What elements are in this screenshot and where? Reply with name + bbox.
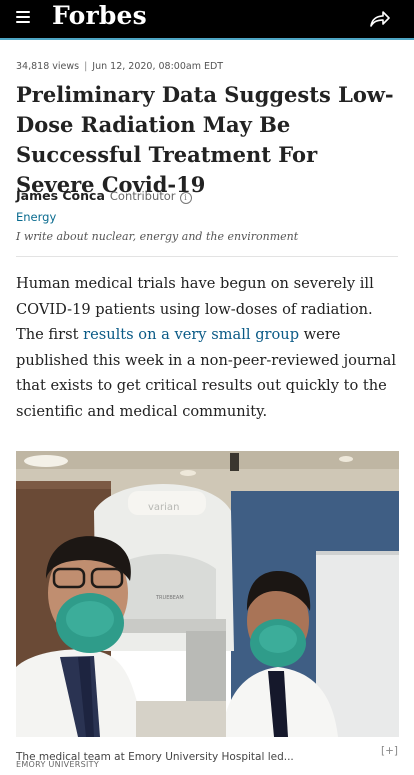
author-role: Contributor <box>109 189 176 203</box>
article-headline: Preliminary Data Suggests Low-Dose Radia… <box>16 82 394 197</box>
publish-date: Jun 12, 2020, 08:00am EDT <box>92 61 224 72</box>
forbes-logo[interactable]: Forbes <box>52 1 147 30</box>
byline-divider <box>16 256 398 257</box>
header-accent-line <box>0 38 414 40</box>
machine-brand-text: varian <box>148 502 179 513</box>
top-navigation-bar: Forbes <box>0 0 414 38</box>
share-arrow-icon[interactable] <box>368 8 392 30</box>
hamburger-menu-icon[interactable] <box>16 11 30 25</box>
expand-caption-button[interactable]: [+] <box>381 745 398 757</box>
channel-link-energy[interactable]: Energy <box>16 210 56 224</box>
meta-separator: | <box>84 61 88 72</box>
article-paragraph: Human medical trials have begun on sever… <box>16 271 401 425</box>
results-link[interactable]: results on a very small group <box>83 326 299 343</box>
machine-model-text: TRUEBEAM <box>155 595 184 601</box>
author-tagline: I write about nuclear, energy and the en… <box>16 230 299 243</box>
article-meta: 34,818 views | Jun 12, 2020, 08:00am EDT <box>16 61 223 72</box>
info-icon[interactable]: i <box>179 192 192 204</box>
photo-credit: EMORY UNIVERSITY <box>16 760 100 769</box>
author-name-link[interactable]: James Conca <box>16 188 105 203</box>
author-byline: James Conca Contributor i <box>16 188 192 204</box>
view-count: 34,818 views <box>16 61 80 72</box>
article-photo[interactable]: varian TRUEBEAM <box>16 451 399 737</box>
